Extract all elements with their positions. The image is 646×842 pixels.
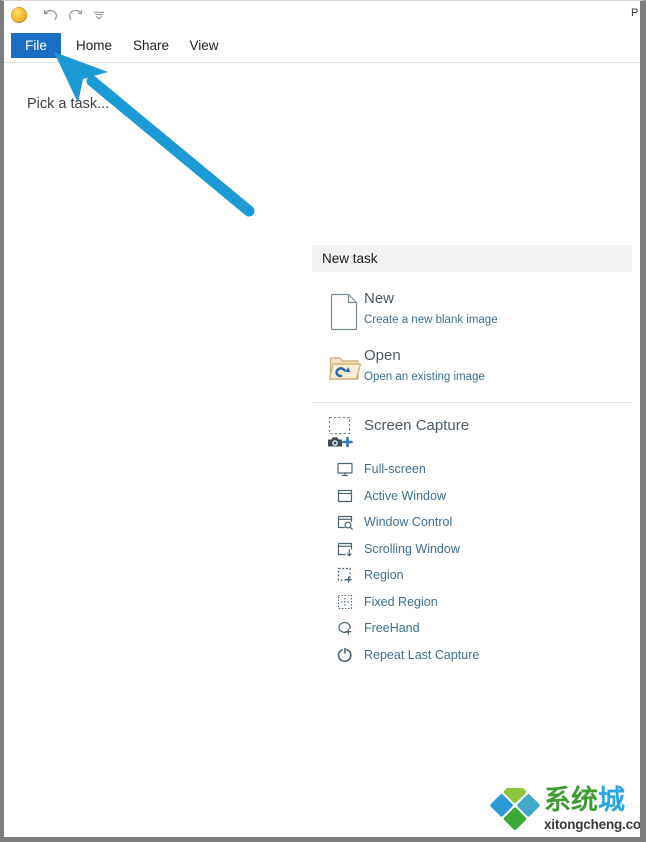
freehand-icon <box>336 619 354 637</box>
capture-option-active-window[interactable]: Active Window <box>336 484 632 511</box>
region-icon <box>336 566 354 584</box>
watermark-cn-blue: 城 <box>598 785 625 816</box>
task-item-open[interactable]: Open Open an existing image <box>312 341 632 398</box>
screen-capture-options: Full-screen Active Window Window Control… <box>312 457 632 669</box>
window-client-area: P File Home Share View Pick a task... Ne… <box>4 1 640 837</box>
capture-option-region[interactable]: Region <box>336 563 632 590</box>
watermark-cn-text: 系统城 <box>544 785 625 817</box>
new-document-icon <box>328 292 362 332</box>
capture-option-label: Active Window <box>364 488 446 503</box>
title-bar: P <box>4 1 640 29</box>
site-watermark: 系统城 xitongcheng.com <box>486 783 640 837</box>
task-item-new[interactable]: New Create a new blank image <box>312 284 632 341</box>
capture-option-label: Repeat Last Capture <box>364 647 480 662</box>
monitor-icon <box>336 460 354 478</box>
fixed-region-icon <box>336 593 354 611</box>
scroll-window-icon <box>336 540 354 558</box>
capture-option-label: FreeHand <box>364 621 420 635</box>
panel-divider <box>312 402 632 403</box>
capture-option-full-screen[interactable]: Full-screen <box>336 457 632 484</box>
open-folder-icon <box>328 349 362 389</box>
tab-file[interactable]: File <box>11 33 61 58</box>
capture-option-freehand[interactable]: FreeHand <box>336 616 632 643</box>
capture-option-window-control[interactable]: Window Control <box>336 510 632 537</box>
new-task-panel: New task New Create a new blank image Op… <box>312 245 632 669</box>
redo-icon[interactable] <box>66 6 84 24</box>
screen-capture-title: Screen Capture <box>364 417 470 434</box>
capture-option-fixed-region[interactable]: Fixed Region <box>336 590 632 617</box>
screen-capture-icon <box>326 415 360 449</box>
tab-share[interactable]: Share <box>130 33 172 58</box>
customize-quick-access-icon[interactable] <box>90 6 108 24</box>
window-search-icon <box>336 513 354 531</box>
undo-icon[interactable] <box>42 6 60 24</box>
capture-option-label: Scrolling Window <box>364 541 460 556</box>
task-subtitle-open: Open an existing image <box>364 371 485 383</box>
capture-option-label: Region <box>364 568 404 582</box>
task-title-open: Open <box>364 347 401 364</box>
capture-option-label: Full-screen <box>364 462 426 476</box>
app-logo-icon <box>11 7 27 23</box>
tab-view[interactable]: View <box>186 33 222 58</box>
new-task-header: New task <box>312 245 632 272</box>
repeat-icon <box>336 646 354 664</box>
application-window: P File Home Share View Pick a task... Ne… <box>0 0 646 842</box>
titlebar-clipped-text: P <box>631 7 639 19</box>
watermark-domain: xitongcheng.com <box>544 817 646 832</box>
capture-option-label: Window Control <box>364 515 453 529</box>
tab-home[interactable]: Home <box>73 33 115 58</box>
ribbon-tab-bar: File Home Share View <box>4 29 640 63</box>
capture-option-repeat-last-capture[interactable]: Repeat Last Capture <box>336 643 632 670</box>
watermark-cn-green: 系统 <box>544 785 598 816</box>
task-title-new: New <box>364 290 395 307</box>
capture-option-scrolling-window[interactable]: Scrolling Window <box>336 537 632 564</box>
four-diamonds-logo-icon <box>490 788 540 830</box>
capture-option-label: Fixed Region <box>364 594 438 609</box>
task-subtitle-new: Create a new blank image <box>364 314 498 326</box>
window-icon <box>336 487 354 505</box>
pick-a-task-label: Pick a task... <box>27 96 110 112</box>
task-item-screen-capture[interactable]: Screen Capture <box>312 413 632 453</box>
